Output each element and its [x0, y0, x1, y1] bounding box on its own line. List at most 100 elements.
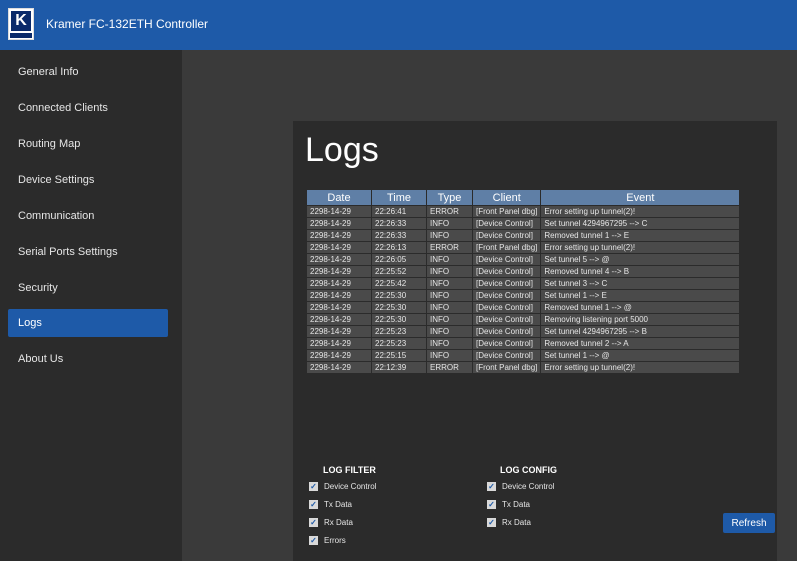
cell-event: Error setting up tunnel(2)! — [541, 362, 740, 373]
cell-date: 2298-14-29 — [307, 326, 371, 337]
table-row: 2298-14-29 22:26:05 INFO [Device Control] Se… — [307, 254, 740, 265]
cell-time: 22:25:15 — [372, 350, 426, 361]
cell-type: INFO — [427, 266, 472, 277]
cell-time: 22:26:33 — [372, 230, 426, 241]
column-header-client[interactable]: Client — [473, 190, 541, 205]
cell-date: 2298-14-29 — [307, 266, 371, 277]
sidebar-item-routing-map[interactable]: Routing Map — [8, 130, 168, 158]
cell-date: 2298-14-29 — [307, 254, 371, 265]
sidebar-item-serial-ports-settings[interactable]: Serial Ports Settings — [8, 238, 168, 266]
cell-type: ERROR — [427, 362, 472, 373]
sidebar-item-logs[interactable]: Logs — [8, 309, 168, 337]
filter-rx-data-option[interactable]: ✓ Rx Data — [309, 518, 353, 528]
cell-client: [Device Control] — [473, 218, 541, 229]
cell-event: Removed tunnel 1 --> @ — [541, 302, 740, 313]
table-row: 2298-14-29 22:25:15 INFO [Device Control] Se… — [307, 350, 740, 361]
sidebar-item-security[interactable]: Security — [8, 274, 168, 302]
cell-type: INFO — [427, 218, 472, 229]
log-table-body: 2298-14-29 22:26:41 ERROR [Front Panel dbg]… — [307, 206, 740, 373]
logs-panel: Logs Date Time Type Client Event 2298-14… — [293, 121, 777, 561]
log-table: Date Time Type Client Event 2298-14-29 22… — [306, 189, 740, 374]
cell-event: Set tunnel 4294967295 --> C — [541, 218, 740, 229]
cell-date: 2298-14-29 — [307, 314, 371, 325]
sidebar-item-general-info[interactable]: General Info — [8, 58, 168, 86]
page-title: Logs — [305, 131, 379, 169]
sidebar-item-about-us[interactable]: About Us — [8, 345, 168, 373]
table-row: 2298-14-29 22:26:13 ERROR [Front Panel dbg]… — [307, 242, 740, 253]
column-header-event[interactable]: Event — [541, 190, 740, 205]
kramer-logo: K — [8, 8, 34, 40]
cell-date: 2298-14-29 — [307, 206, 371, 217]
column-header-time[interactable]: Time — [372, 190, 426, 205]
cell-event: Removed tunnel 4 --> B — [541, 266, 740, 277]
cell-date: 2298-14-29 — [307, 338, 371, 349]
cell-type: ERROR — [427, 206, 472, 217]
cell-time: 22:26:33 — [372, 218, 426, 229]
checkbox-checked-icon[interactable]: ✓ — [309, 482, 318, 492]
column-header-date[interactable]: Date — [307, 190, 371, 205]
option-label: Tx Data — [502, 500, 531, 509]
config-rx-data-option[interactable]: ✓ Rx Data — [487, 518, 531, 528]
checkbox-checked-icon[interactable]: ✓ — [309, 518, 318, 528]
refresh-button[interactable]: Refresh — [723, 513, 775, 533]
table-header-row: Date Time Type Client Event — [307, 190, 740, 205]
cell-date: 2298-14-29 — [307, 218, 371, 229]
column-header-type[interactable]: Type — [427, 190, 472, 205]
sidebar-item-device-settings[interactable]: Device Settings — [8, 166, 168, 194]
cell-type: INFO — [427, 350, 472, 361]
cell-event: Removed tunnel 1 --> E — [541, 230, 740, 241]
table-row: 2298-14-29 22:25:42 INFO [Device Control] Se… — [307, 278, 740, 289]
checkbox-checked-icon[interactable]: ✓ — [309, 536, 318, 546]
table-row: 2298-14-29 22:26:33 INFO [Device Control] Re… — [307, 230, 740, 241]
table-row: 2298-14-29 22:25:30 INFO [Device Control] Re… — [307, 314, 740, 325]
table-row: 2298-14-29 22:26:41 ERROR [Front Panel dbg]… — [307, 206, 740, 217]
cell-client: [Front Panel dbg] — [473, 206, 541, 217]
cell-type: INFO — [427, 290, 472, 301]
table-row: 2298-14-29 22:25:23 INFO [Device Control] Se… — [307, 326, 740, 337]
cell-time: 22:26:13 — [372, 242, 426, 253]
option-label: Rx Data — [502, 518, 531, 527]
filter-device-control-option[interactable]: ✓ Device Control — [309, 482, 376, 492]
table-row: 2298-14-29 22:25:30 INFO [Device Control] Se… — [307, 290, 740, 301]
checkbox-checked-icon[interactable]: ✓ — [309, 500, 318, 510]
cell-event: Removing listening port 5000 — [541, 314, 740, 325]
cell-event: Removed tunnel 2 --> A — [541, 338, 740, 349]
cell-time: 22:12:39 — [372, 362, 426, 373]
sidebar-item-connected-clients[interactable]: Connected Clients — [8, 94, 168, 122]
cell-date: 2298-14-29 — [307, 362, 371, 373]
config-device-control-option[interactable]: ✓ Device Control — [487, 482, 554, 492]
table-row: 2298-14-29 22:12:39 ERROR [Front Panel dbg]… — [307, 362, 740, 373]
checkbox-checked-icon[interactable]: ✓ — [487, 518, 496, 528]
filter-tx-data-option[interactable]: ✓ Tx Data — [309, 500, 352, 510]
table-row: 2298-14-29 22:25:23 INFO [Device Control] Re… — [307, 338, 740, 349]
cell-type: INFO — [427, 338, 472, 349]
cell-event: Set tunnel 3 --> C — [541, 278, 740, 289]
cell-date: 2298-14-29 — [307, 290, 371, 301]
cell-time: 22:26:05 — [372, 254, 426, 265]
cell-type: INFO — [427, 278, 472, 289]
cell-event: Set tunnel 5 --> @ — [541, 254, 740, 265]
table-row: 2298-14-29 22:26:33 INFO [Device Control] Se… — [307, 218, 740, 229]
cell-client: [Device Control] — [473, 254, 541, 265]
table-row: 2298-14-29 22:25:52 INFO [Device Control] Re… — [307, 266, 740, 277]
cell-date: 2298-14-29 — [307, 302, 371, 313]
cell-event: Set tunnel 1 --> @ — [541, 350, 740, 361]
cell-time: 22:25:23 — [372, 326, 426, 337]
filter-errors-option[interactable]: ✓ Errors — [309, 536, 346, 546]
cell-client: [Front Panel dbg] — [473, 242, 541, 253]
checkbox-checked-icon[interactable]: ✓ — [487, 482, 496, 492]
cell-time: 22:25:23 — [372, 338, 426, 349]
cell-client: [Device Control] — [473, 266, 541, 277]
config-tx-data-option[interactable]: ✓ Tx Data — [487, 500, 530, 510]
cell-time: 22:25:52 — [372, 266, 426, 277]
cell-client: [Front Panel dbg] — [473, 362, 541, 373]
sidebar-item-communication[interactable]: Communication — [8, 202, 168, 230]
cell-event: Error setting up tunnel(2)! — [541, 206, 740, 217]
checkbox-checked-icon[interactable]: ✓ — [487, 500, 496, 510]
cell-event: Error setting up tunnel(2)! — [541, 242, 740, 253]
app-title: Kramer FC-132ETH Controller — [46, 17, 209, 31]
cell-time: 22:25:30 — [372, 290, 426, 301]
cell-client: [Device Control] — [473, 326, 541, 337]
cell-date: 2298-14-29 — [307, 278, 371, 289]
cell-client: [Device Control] — [473, 314, 541, 325]
